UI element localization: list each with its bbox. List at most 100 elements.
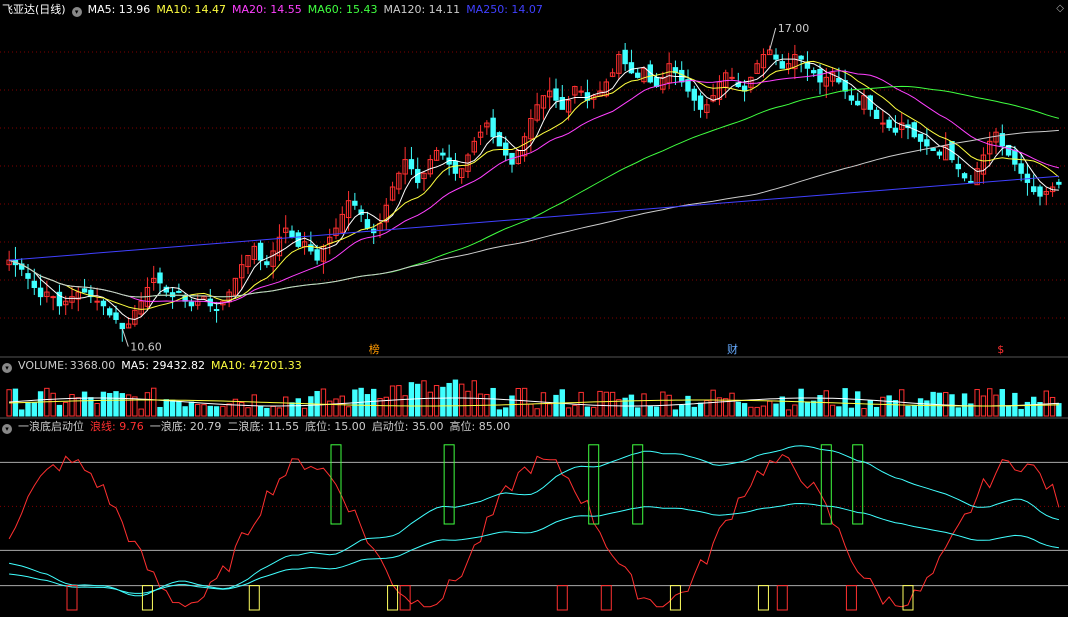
volume-bar xyxy=(308,396,314,417)
bottom-signal-box xyxy=(757,585,769,611)
candle-body xyxy=(924,139,930,147)
event-marker: 榜 xyxy=(369,342,380,356)
volume-bar xyxy=(345,406,352,417)
volume-bar xyxy=(767,400,773,417)
volume-bar xyxy=(729,392,735,417)
volume-bar xyxy=(861,407,867,417)
volume-bar xyxy=(528,403,534,417)
volume-bar xyxy=(773,403,779,417)
candle-body xyxy=(81,288,88,293)
volume-bar xyxy=(163,399,169,417)
ma10-line xyxy=(8,60,1060,310)
candle-body xyxy=(213,309,220,312)
volume-bar xyxy=(1049,396,1056,417)
volume-bar xyxy=(886,395,892,417)
volume-bar xyxy=(239,402,245,417)
candle-body xyxy=(635,72,641,78)
candle-body xyxy=(364,219,371,229)
volume-bar xyxy=(974,389,980,417)
candle-body xyxy=(697,95,704,110)
volume-bar xyxy=(213,406,220,417)
candle-body xyxy=(25,273,31,279)
volume-bar xyxy=(798,388,804,417)
candle-body xyxy=(848,95,855,101)
volume-bar xyxy=(660,391,666,417)
volume-bar xyxy=(987,388,993,417)
volume-bar xyxy=(867,400,873,417)
candle-body xyxy=(496,132,503,147)
event-marker: $ xyxy=(997,343,1004,356)
volume-bar xyxy=(119,393,125,417)
volume-bar xyxy=(917,398,924,417)
volume-bar xyxy=(100,391,107,417)
candle-body xyxy=(955,163,961,170)
volume-bar xyxy=(584,406,591,417)
volume-bar xyxy=(1031,396,1037,417)
ma120-line xyxy=(8,129,1059,298)
volume-bar xyxy=(697,402,704,417)
candle-body xyxy=(289,230,295,238)
volume-bar xyxy=(207,405,213,417)
volume-bar xyxy=(509,395,515,417)
candle-body xyxy=(892,127,899,133)
candle-body xyxy=(685,79,691,92)
candle-body xyxy=(553,88,559,101)
candle-body xyxy=(873,109,880,119)
volume-bar xyxy=(603,391,609,417)
candle-body xyxy=(773,54,779,60)
volume-bar xyxy=(144,392,151,417)
stock-chart[interactable]: 17.00 10.60 榜 财 $ xyxy=(0,0,1068,617)
event-marker: 财 xyxy=(727,342,738,356)
volume-bar xyxy=(301,407,308,417)
candle-body xyxy=(855,100,861,106)
volume-bar xyxy=(905,405,911,417)
volume-bar xyxy=(396,385,402,417)
volume-bar xyxy=(754,406,760,417)
candle-body xyxy=(408,159,415,170)
volume-bar xyxy=(446,382,452,417)
volume-bar xyxy=(760,405,767,417)
volume-bar xyxy=(19,409,25,417)
bottom-signal-box xyxy=(66,585,78,611)
volume-bar xyxy=(81,391,88,417)
bottom-signal-box xyxy=(669,585,681,611)
volume-bar xyxy=(616,399,622,417)
volume-bar xyxy=(415,383,421,417)
volume-bar xyxy=(63,401,69,417)
candle-body xyxy=(779,61,785,69)
volume-bar xyxy=(591,406,597,417)
volume-bar xyxy=(848,407,855,417)
first-wave-bottom-line xyxy=(8,445,1060,597)
volume-bar xyxy=(1018,408,1024,417)
ma20-line xyxy=(8,70,1060,304)
volume-bar xyxy=(635,407,641,417)
volume-bar xyxy=(540,392,547,417)
volume-bar xyxy=(672,409,679,417)
volume-bar xyxy=(169,399,176,417)
candle-body xyxy=(917,133,924,142)
bottom-signal-box xyxy=(399,585,411,611)
candle-body xyxy=(798,55,804,60)
volume-bar xyxy=(465,390,471,417)
candle-body xyxy=(811,70,817,74)
candle-body xyxy=(169,292,176,298)
launch-signal-box xyxy=(632,444,644,525)
volume-bar xyxy=(371,388,377,417)
candle-body xyxy=(622,49,628,65)
candle-body xyxy=(867,95,873,110)
volume-bar xyxy=(220,405,226,417)
volume-bar xyxy=(195,403,201,417)
launch-signal-box xyxy=(443,444,455,525)
candle-body xyxy=(886,119,892,129)
volume-bar xyxy=(842,388,848,417)
volume-bar xyxy=(829,404,836,417)
volume-bar xyxy=(188,401,195,417)
volume-bar xyxy=(50,392,56,417)
candle-body xyxy=(559,97,565,110)
volume-bar xyxy=(327,400,333,417)
candle-body xyxy=(119,322,125,330)
candle-body xyxy=(490,117,496,138)
volume-bar xyxy=(427,391,433,417)
volume-bar xyxy=(107,392,113,417)
ma5-line xyxy=(8,58,1059,321)
